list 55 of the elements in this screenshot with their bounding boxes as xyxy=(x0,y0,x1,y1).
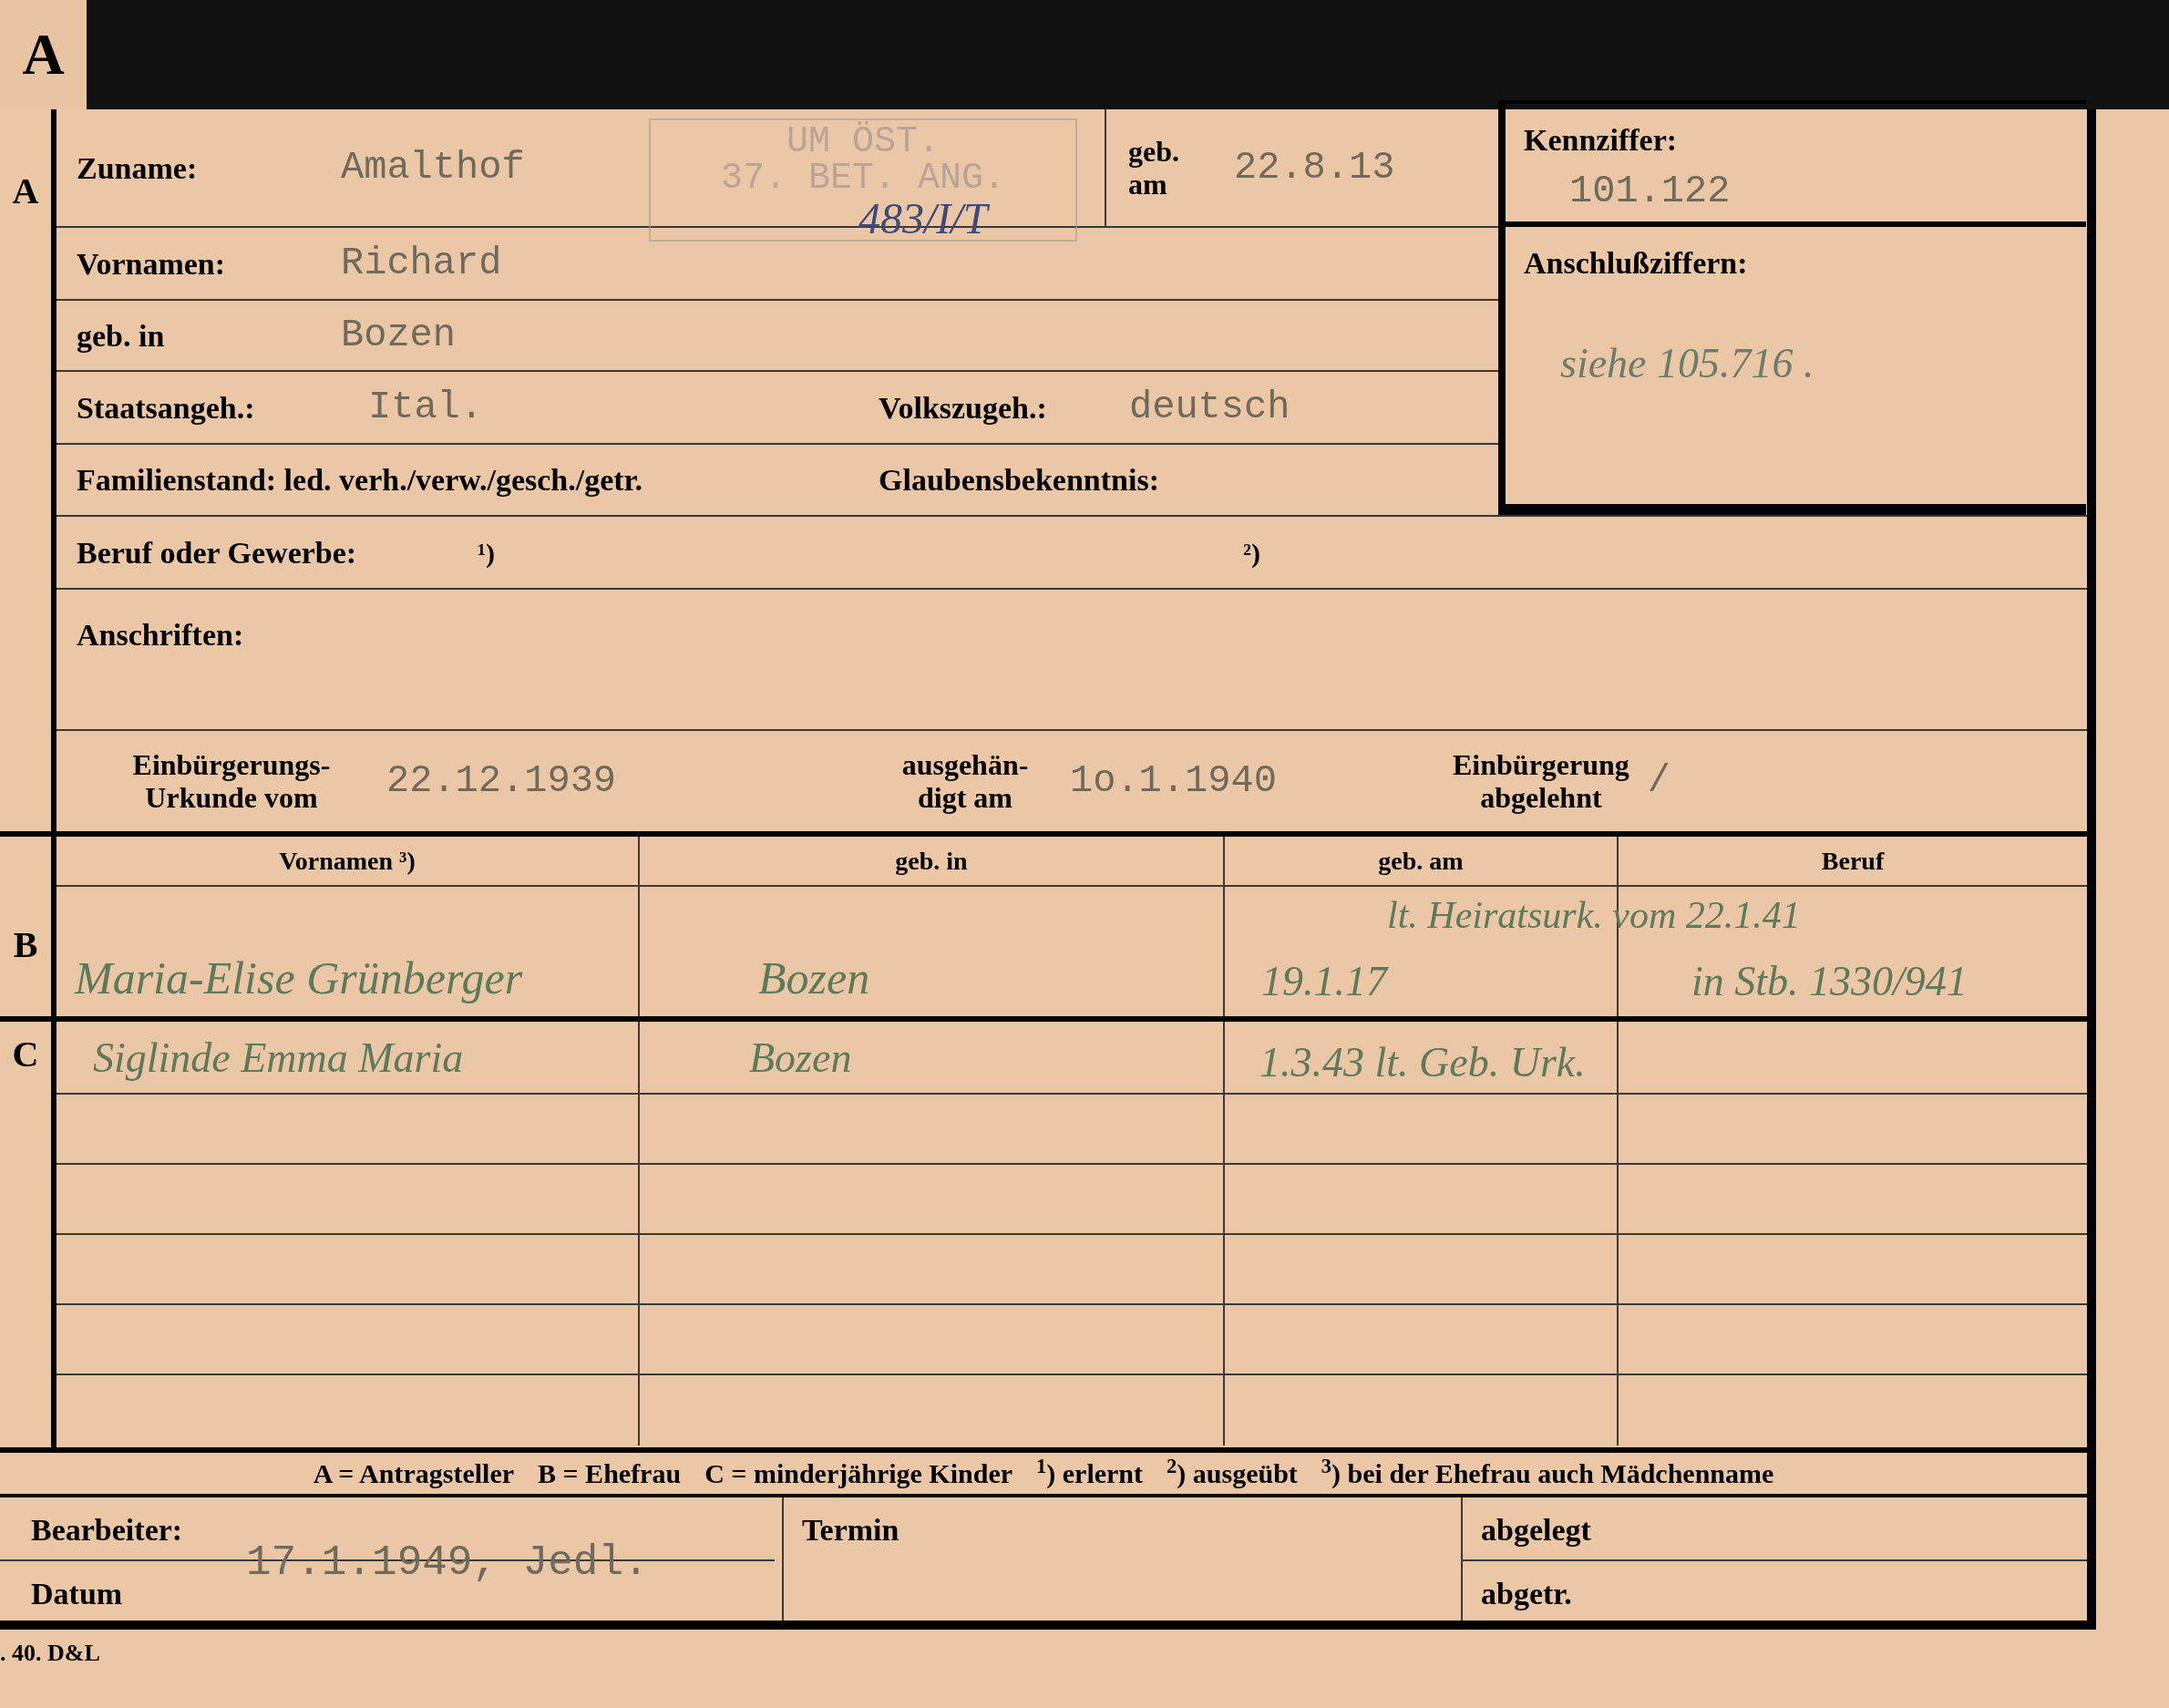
typed-value: Bozen xyxy=(341,312,457,359)
field-label: Bearbeiter: xyxy=(31,1513,183,1547)
handwritten-entry: 1.3.43 lt. Geb. Urk. xyxy=(1259,1038,1586,1087)
typed-value: 1o.1.1940 xyxy=(1070,757,1278,805)
field-label: Anschlußziffern: xyxy=(1524,245,1749,282)
typed-value: Ital. xyxy=(368,384,484,431)
handwritten-entry: Bozen xyxy=(748,1034,852,1083)
section-letter: A xyxy=(22,21,65,88)
typed-value: deutsch xyxy=(1129,384,1290,431)
typed-value: 22.12.1939 xyxy=(386,757,618,805)
column-header: geb. am xyxy=(1378,845,1464,877)
field-label: Einbürgerung abgelehnt xyxy=(1453,748,1629,814)
legend-item: B = Ehefrau xyxy=(538,1457,682,1490)
column-header: Vornamen ³) xyxy=(279,845,416,877)
field-label: abgetr. xyxy=(1481,1577,1572,1610)
legend-item: C = minderjährige Kinder xyxy=(704,1457,1013,1490)
field-label: Einbürgerungs- Urkunde vom xyxy=(132,748,331,814)
field-label: ausgehän- digt am xyxy=(900,748,1030,814)
field-label: Kennziffer: xyxy=(1524,122,1679,159)
section-letter: C xyxy=(12,1033,39,1076)
typed-value: 22.8.13 xyxy=(1234,144,1395,191)
handwritten-entry: 19.1.17 xyxy=(1260,957,1387,1006)
typed-value: 101.122 xyxy=(1568,169,1732,215)
footnote-mark: ²) xyxy=(1243,536,1260,570)
field-label: Zuname: xyxy=(77,149,199,187)
field-label: abgelegt xyxy=(1481,1513,1591,1547)
field-label: Familienstand: led. verh./verw./gesch./getr. xyxy=(77,463,643,497)
typed-value: / xyxy=(1646,757,1671,805)
section-letter: B xyxy=(13,922,38,967)
footnote-mark: ¹) xyxy=(478,536,496,570)
field-label: Vornamen: xyxy=(77,245,227,283)
legend-item: $^{3}$) bei der Ehefrau auch Mädchenname xyxy=(1321,1453,1774,1490)
handwritten-entry: Maria-Elise Grünberger xyxy=(75,952,523,1005)
section-letter: A xyxy=(12,170,39,213)
typed-value: Richard xyxy=(341,240,502,287)
field-label: Glaubensbekenntnis: xyxy=(879,462,1159,499)
typed-value: Amalthof xyxy=(341,144,525,191)
field-label: geb. am xyxy=(1128,135,1179,201)
field-label: Volkszugeh.: xyxy=(879,389,1048,427)
handwritten-entry: Bozen xyxy=(757,952,870,1005)
field-label: geb. in xyxy=(77,317,166,355)
handwritten-entry: Siglinde Emma Maria xyxy=(92,1034,464,1083)
column-header: Beruf xyxy=(1821,845,1885,877)
field-label: Anschriften: xyxy=(77,618,244,652)
legend-item: $^{2}$) ausgeübt xyxy=(1167,1453,1298,1490)
handwritten-entry: in Stb. 1330/941 xyxy=(1691,957,1968,1006)
field-label: Datum xyxy=(31,1577,123,1610)
print-code: . 40. D&L xyxy=(0,1640,100,1666)
legend-item: $^{1}$) erlernt xyxy=(1036,1453,1144,1490)
legend-item: A = Antragsteller xyxy=(313,1457,514,1490)
handwritten-entry: siehe 105.716 . xyxy=(1559,339,1815,388)
column-header: geb. in xyxy=(895,845,968,877)
field-label: Beruf oder Gewerbe: xyxy=(77,534,358,571)
field-label: Termin xyxy=(802,1513,899,1547)
field-label: Staatsangeh.: xyxy=(77,389,256,427)
